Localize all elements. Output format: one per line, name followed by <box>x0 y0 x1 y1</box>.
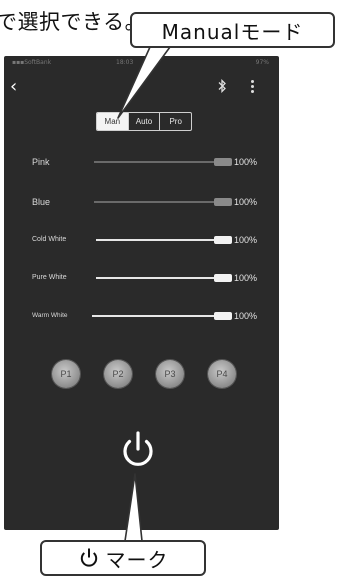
power-mark-callout: マーク <box>40 540 206 576</box>
channel-cold-white-label: Cold White <box>32 236 67 243</box>
channel-pure-white-track[interactable] <box>96 277 214 279</box>
channel-pure-white-row: Pure White 100% <box>4 270 279 286</box>
preset-label: P4 <box>216 369 228 379</box>
channel-cold-white-track[interactable] <box>96 239 214 241</box>
chevron-left-icon[interactable]: ‹ <box>10 78 24 96</box>
channel-pink-value: 100% <box>234 157 258 167</box>
channel-pure-white-value: 100% <box>234 273 258 283</box>
power-mark-callout-text: マーク <box>105 547 169 572</box>
preset-button-p1[interactable]: P1 <box>52 360 80 388</box>
power-button[interactable] <box>118 430 158 470</box>
channel-cold-white-row: Cold White 100% <box>4 232 279 248</box>
channel-pure-white-thumb[interactable] <box>214 274 232 282</box>
channel-blue-value: 100% <box>234 197 258 207</box>
channel-warm-white-row: Warm White 100% <box>4 308 279 324</box>
channel-warm-white-thumb[interactable] <box>214 312 232 320</box>
preset-button-p2[interactable]: P2 <box>104 360 132 388</box>
channel-blue-label: Blue <box>32 197 51 207</box>
channel-warm-white-track[interactable] <box>92 315 214 317</box>
mode-option-man[interactable]: Man <box>97 113 129 130</box>
top-caption: で選択できる。 <box>0 10 147 34</box>
channel-pink-row: Pink 100% <box>4 154 279 170</box>
mode-selector: Man Auto Pro <box>96 112 192 131</box>
preset-label: P3 <box>164 369 176 379</box>
preset-button-p4[interactable]: P4 <box>208 360 236 388</box>
vertical-dots-icon[interactable] <box>248 78 256 96</box>
channel-cold-white-value: 100% <box>234 235 258 245</box>
mode-option-pro[interactable]: Pro <box>160 113 191 130</box>
manual-mode-callout: Manualモード <box>130 12 335 48</box>
power-icon <box>123 431 153 466</box>
channel-cold-white-thumb[interactable] <box>214 236 232 244</box>
carrier-label: ▪▪▪SoftBank <box>12 59 52 66</box>
channel-pink-thumb[interactable] <box>214 158 232 166</box>
channel-warm-white-value: 100% <box>234 311 258 321</box>
status-time: 18:03 <box>116 59 134 66</box>
preset-label: P1 <box>60 369 72 379</box>
status-bar: ▪▪▪SoftBank 18:03 97% <box>4 56 279 70</box>
preset-button-p3[interactable]: P3 <box>156 360 184 388</box>
channel-blue-track[interactable] <box>94 201 214 203</box>
channel-pink-label: Pink <box>32 157 50 167</box>
channel-pink-track[interactable] <box>94 161 214 163</box>
bluetooth-icon[interactable] <box>217 78 229 95</box>
channel-blue-row: Blue 100% <box>4 194 279 210</box>
bluetooth-icon-glyph <box>218 78 226 94</box>
preset-label: P2 <box>112 369 124 379</box>
battery-label: 97% <box>255 59 269 66</box>
channel-warm-white-label: Warm White <box>32 312 68 319</box>
app-screen: ▪▪▪SoftBank 18:03 97% ‹ Man Auto Pro Pin… <box>4 56 279 530</box>
channel-pure-white-label: Pure White <box>32 274 67 281</box>
power-mark-icon <box>80 548 97 567</box>
channel-blue-thumb[interactable] <box>214 198 232 206</box>
mode-option-auto[interactable]: Auto <box>129 113 161 130</box>
manual-mode-callout-text: Manualモード <box>161 19 304 44</box>
